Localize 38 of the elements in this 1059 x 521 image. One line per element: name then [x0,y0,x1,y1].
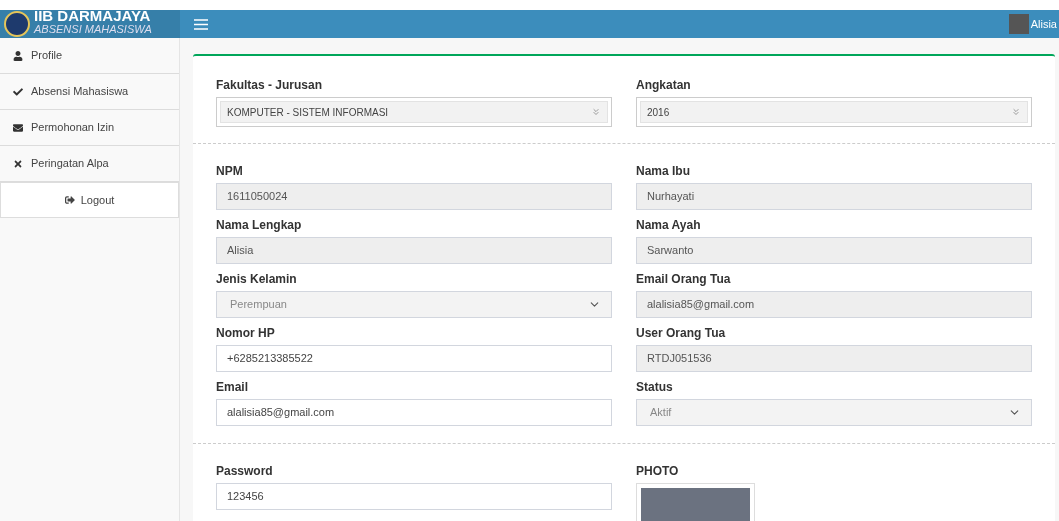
input-field[interactable]: alalisia85@gmail.com [216,399,612,426]
check-icon [13,86,23,97]
field-label: Jenis Kelamin [216,272,297,286]
menu-icon[interactable] [194,18,208,30]
logo-title: IIB DARMAJAYA [34,10,152,23]
field-label: Fakultas - Jurusan [216,78,323,92]
select-value: 2016 [647,105,670,120]
select-field[interactable]: 2016 [636,97,1032,127]
field-label: Nama Ayah [636,218,701,232]
field-label: Angkatan [636,78,691,92]
select-field[interactable]: KOMPUTER - SISTEM INFORMASI [216,97,612,127]
user-name[interactable]: Alisia [1030,15,1057,33]
logout-button[interactable]: Logout [0,182,179,218]
field-label: Nama Ibu [636,164,690,178]
field-label: Email [216,380,248,394]
chevron-icon [1011,107,1021,117]
chevron-icon [591,107,601,117]
avatar-placeholder [1008,14,1029,34]
input-field[interactable]: +6285213385522 [216,345,612,372]
field-label: User Orang Tua [636,326,726,340]
field-label: Status [636,380,673,394]
close-icon [13,158,23,169]
input-field[interactable]: 123456 [216,483,612,510]
envelope-icon [13,122,23,133]
field-label: NPM [216,164,243,178]
logo-icon [4,11,30,37]
field-label: Nomor HP [216,326,275,340]
sidebar-item[interactable]: Absensi Mahasiswa [0,74,179,110]
logo-subtitle: ABSENSI MAHASISWA [34,23,152,35]
user-icon [13,50,23,61]
field-label: Password [216,464,273,478]
field-label: PHOTO [636,464,679,478]
logout-icon [64,195,75,205]
field-label: Email Orang Tua [636,272,731,286]
sidebar-item[interactable]: Permohonan Izin [0,110,179,146]
field-label: Nama Lengkap [216,218,302,232]
sidebar-item[interactable]: Profile [0,38,179,74]
select-value: KOMPUTER - SISTEM INFORMASI [227,105,389,120]
